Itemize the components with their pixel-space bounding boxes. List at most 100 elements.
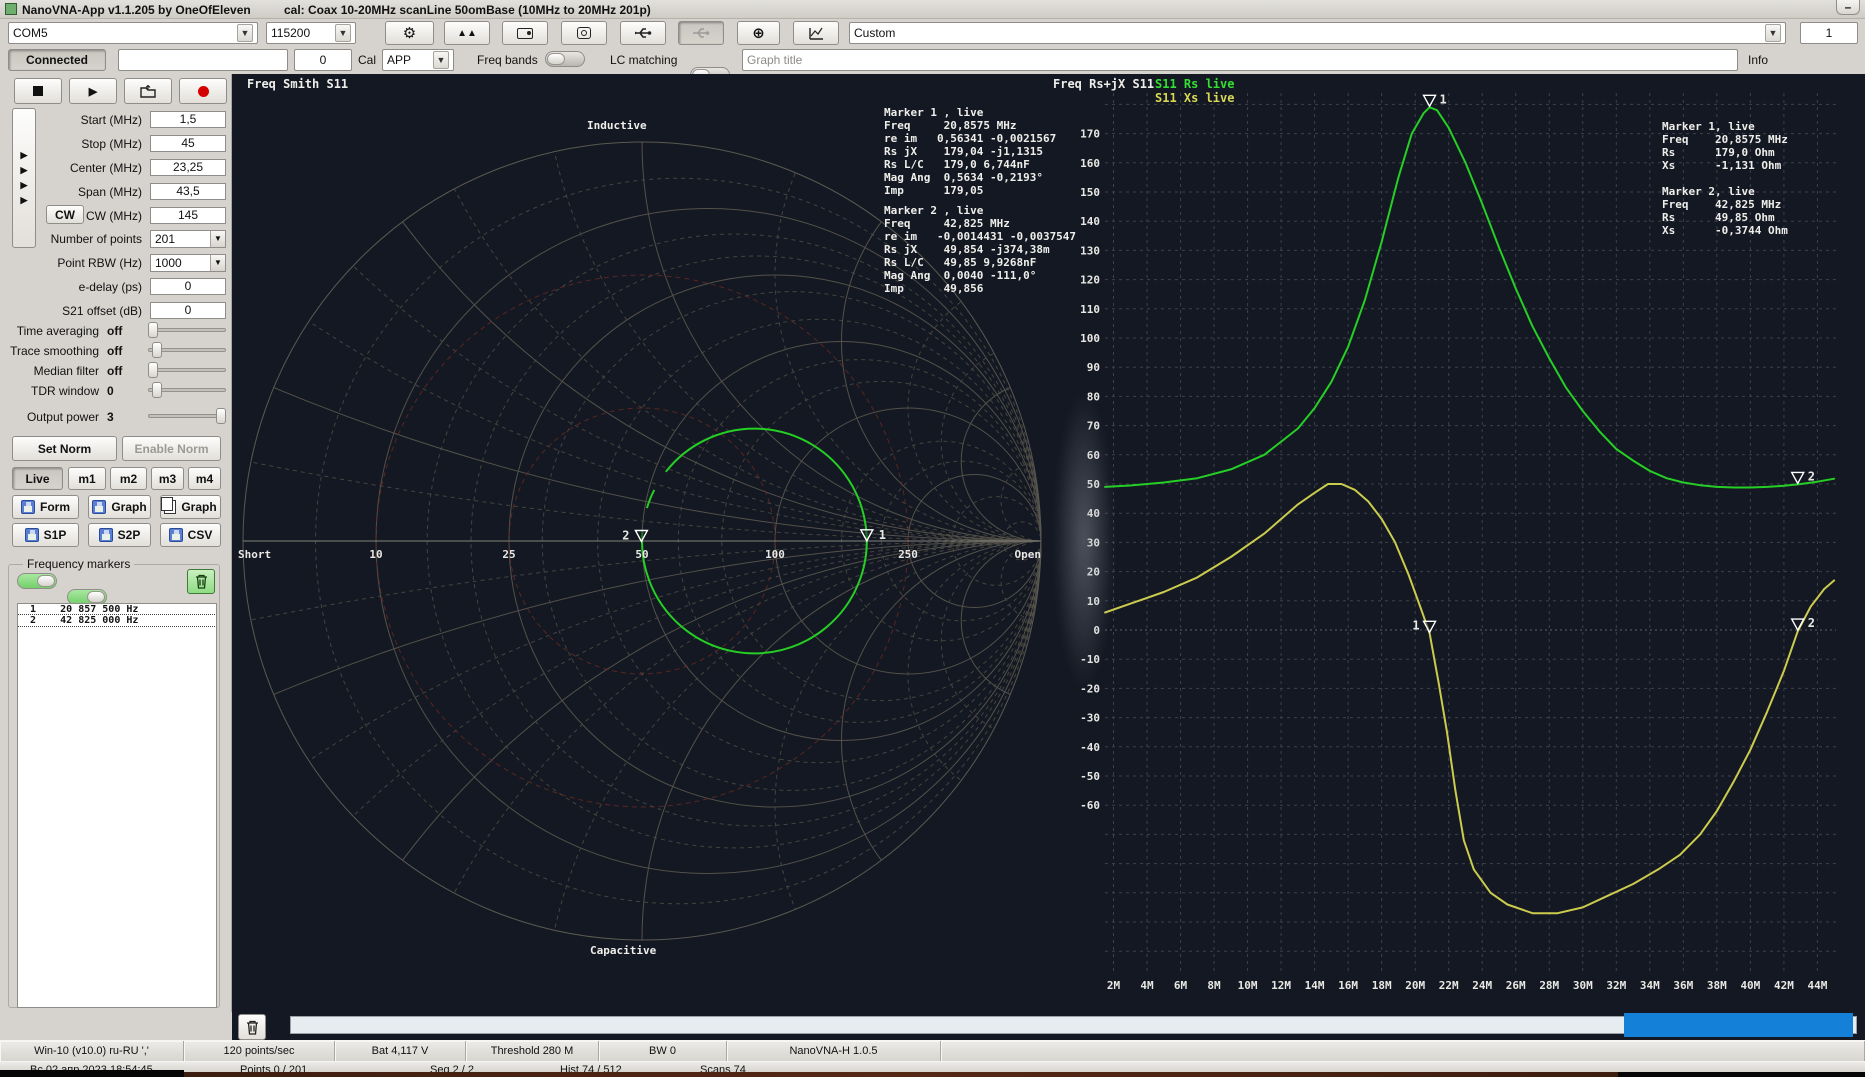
graph-title-input[interactable]: Graph title: [742, 49, 1738, 71]
slider-thumb[interactable]: [152, 342, 162, 358]
median-filter-value: off: [107, 364, 122, 378]
enable-norm-button[interactable]: Enable Norm: [122, 436, 221, 461]
com-port-select[interactable]: COM5 ▼: [8, 22, 258, 44]
time-averaging-value: off: [107, 324, 122, 338]
gear-icon: ⚙: [403, 24, 416, 42]
graph-marker-1[interactable]: [1424, 95, 1436, 106]
play-button[interactable]: ▶: [69, 78, 117, 104]
title-bar[interactable]: NanoVNA-App v1.1.205 by OneOfEleven cal:…: [0, 0, 1865, 19]
output-power-value: 3: [107, 410, 114, 424]
svg-text:20M: 20M: [1405, 979, 1425, 992]
delete-markers-button[interactable]: [187, 569, 215, 594]
usb-disconnect-button[interactable]: [678, 21, 724, 45]
start-field[interactable]: 1,5: [150, 111, 226, 128]
slider-thumb[interactable]: [152, 382, 162, 398]
offset-field[interactable]: 0: [294, 49, 352, 71]
open-folder-button[interactable]: [124, 78, 172, 104]
settings-button[interactable]: ⚙: [385, 21, 434, 45]
copy-graph-button[interactable]: Graph: [160, 495, 221, 519]
mem-m1-button[interactable]: m1: [68, 467, 106, 490]
right-arrow-icon: ▶: [21, 165, 28, 176]
cw-button[interactable]: CW: [46, 205, 84, 224]
marker1-enable-toggle[interactable]: [17, 573, 57, 589]
rbw-select[interactable]: 1000▼: [150, 254, 226, 272]
marker-list-item[interactable]: 2 42 825 000 Hz: [18, 615, 216, 626]
svg-text:150: 150: [1080, 186, 1100, 199]
save-s1p-button[interactable]: S1P: [12, 523, 79, 547]
chevron-down-icon[interactable]: ▼: [335, 24, 351, 42]
floppy-icon: [21, 500, 35, 514]
camera-button[interactable]: [561, 21, 607, 45]
time-averaging-slider[interactable]: [148, 322, 226, 338]
svg-text:Open: Open: [1015, 548, 1042, 561]
center-field[interactable]: 23,25: [150, 159, 226, 176]
marker-list-item[interactable]: 1 20 857 500 Hz: [18, 604, 216, 615]
graph-marker-readout: Marker 1, liveFreq 20,8575 MHzRs 179,0 O…: [1662, 120, 1788, 237]
nanovna-app-window: NanoVNA-App v1.1.205 by OneOfEleven cal:…: [0, 0, 1865, 1077]
record-button[interactable]: [179, 78, 227, 104]
expand-rail-button[interactable]: ▶ ▶ ▶ ▶: [12, 108, 36, 248]
mem-live-button[interactable]: Live: [12, 467, 63, 490]
info-label: Info: [1748, 53, 1768, 67]
connected-button[interactable]: Connected: [8, 49, 106, 71]
stop-button[interactable]: [14, 78, 62, 104]
chevron-down-icon[interactable]: ▼: [210, 231, 225, 247]
tdr-window-slider[interactable]: [148, 382, 226, 398]
graph-marker-2[interactable]: [1792, 472, 1804, 483]
smith-marker-2[interactable]: [635, 530, 647, 541]
stop-field[interactable]: 45: [150, 135, 226, 152]
slider-thumb[interactable]: [148, 362, 158, 378]
set-norm-button[interactable]: Set Norm: [12, 436, 117, 461]
smith-marker-1[interactable]: [861, 530, 873, 541]
save-csv-button[interactable]: CSV: [160, 523, 221, 547]
save-form-button[interactable]: Form: [12, 495, 79, 519]
output-power-label: Output power: [27, 410, 99, 424]
chart-mode-button[interactable]: [793, 21, 839, 45]
points-select[interactable]: 201 ▼: [150, 230, 226, 248]
chevron-down-icon[interactable]: ▼: [237, 24, 253, 42]
scan-up-button[interactable]: ▲▲: [444, 21, 490, 45]
slider-thumb[interactable]: [216, 408, 226, 424]
frequency-marker-list[interactable]: 1 20 857 500 Hz 2 42 825 000 Hz: [17, 603, 217, 1008]
svg-text:1: 1: [879, 528, 886, 542]
cw-field[interactable]: 145: [150, 207, 226, 224]
trace-smoothing-slider[interactable]: [148, 342, 226, 358]
screenshot-button[interactable]: [502, 21, 548, 45]
save-s2p-button[interactable]: S2P: [88, 523, 151, 547]
mem-m4-button[interactable]: m4: [188, 467, 221, 490]
clear-trace-button[interactable]: [238, 1014, 266, 1040]
svg-text:110: 110: [1080, 303, 1100, 316]
count-field[interactable]: 1: [1800, 22, 1858, 44]
chevron-down-icon[interactable]: ▼: [433, 51, 449, 69]
usb-connect-button[interactable]: [620, 21, 666, 45]
network-button[interactable]: ⊕: [737, 21, 780, 45]
chevron-down-icon[interactable]: ▼: [1765, 24, 1781, 42]
points-label: Number of points: [51, 232, 142, 246]
readout-line: Mag Ang 0,5634 -0,2193°: [884, 171, 1056, 184]
graph-marker-1[interactable]: [1424, 621, 1436, 632]
center-label: Center (MHz): [70, 161, 142, 175]
cal-mode-select[interactable]: APP ▼: [382, 49, 454, 71]
baud-rate-select[interactable]: 115200 ▼: [266, 22, 356, 44]
legend-rs: S11 Rs live: [1155, 78, 1234, 91]
freq-bands-toggle[interactable]: [545, 51, 585, 67]
span-field[interactable]: 43,5: [150, 183, 226, 200]
right-arrow-icon: ▶: [21, 195, 28, 206]
readout-line: Marker 2, live: [1662, 185, 1788, 198]
edelay-field[interactable]: 0: [150, 278, 226, 295]
preset-select[interactable]: Custom ▼: [849, 22, 1786, 44]
mem-m3-button[interactable]: m3: [151, 467, 184, 490]
output-power-slider[interactable]: [148, 408, 226, 424]
s21offset-field[interactable]: 0: [150, 302, 226, 319]
median-filter-slider[interactable]: [148, 362, 226, 378]
desktop-wallpaper: [184, 1072, 1618, 1077]
chevron-down-icon[interactable]: ▼: [210, 255, 225, 271]
readout-line: Freq 42,825 MHz: [884, 217, 1076, 230]
smith-marker1-readout: Marker 1 , liveFreq 20,8575 MHzre im 0,5…: [884, 106, 1056, 197]
mem-m2-button[interactable]: m2: [110, 467, 147, 490]
slider-thumb[interactable]: [148, 322, 158, 338]
points-value: 201: [155, 232, 175, 246]
save-graph-button[interactable]: Graph: [88, 495, 151, 519]
address-input[interactable]: [118, 49, 288, 71]
minimize-button[interactable]: –: [1836, 0, 1860, 15]
